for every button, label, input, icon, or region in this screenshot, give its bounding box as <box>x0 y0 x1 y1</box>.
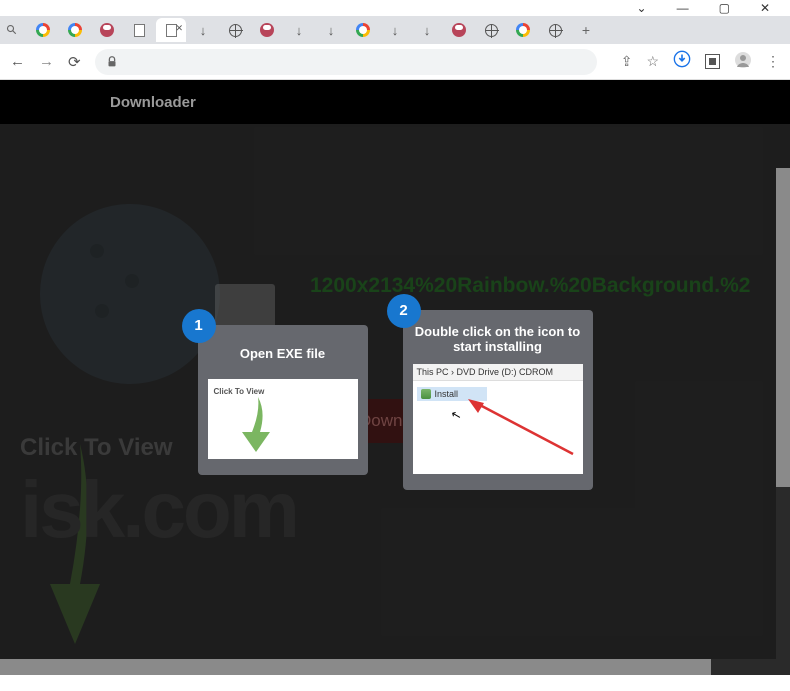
tab-search-icon[interactable] <box>6 24 18 36</box>
thumb-text-1: Click To View <box>214 387 265 396</box>
window-dropdown-icon[interactable]: ⌄ <box>637 1 647 15</box>
downloads-icon[interactable] <box>673 50 691 73</box>
tab-13[interactable]: ↓ <box>412 18 442 42</box>
chrome-icon <box>68 23 82 37</box>
nav-back-icon[interactable]: ← <box>10 53 25 70</box>
instructions-overlay: 1 Open EXE file Click To View 2 Double c… <box>0 124 790 675</box>
tab-6[interactable]: ↓ <box>188 18 218 42</box>
step-thumb-2: This PC › DVD Drive (D:) CDROM Install ↖ <box>413 364 583 474</box>
menu-icon[interactable]: ⋮ <box>766 53 780 70</box>
tab-7[interactable] <box>220 18 250 42</box>
window-controls: ⌄ — ▢ ✕ <box>0 0 790 16</box>
tab-8[interactable] <box>252 18 282 42</box>
crumb-a: This PC <box>417 367 449 377</box>
site-header: Downloader <box>0 80 790 124</box>
new-tab-button[interactable]: + <box>576 20 596 40</box>
crumb-b: DVD Drive (D:) CDROM <box>457 367 554 377</box>
share-icon[interactable]: ⇪ <box>621 53 633 70</box>
nav-forward-icon: → <box>39 53 54 70</box>
tab-5-active[interactable]: ✕ <box>156 18 186 42</box>
page-body: Click To View isk.com 1200x2134%20Rainbo… <box>0 124 790 675</box>
installer-icon <box>421 389 431 399</box>
window-close-icon[interactable]: ✕ <box>760 1 770 15</box>
download-icon: ↓ <box>296 23 303 38</box>
bug-icon <box>452 23 466 37</box>
red-arrow-icon <box>468 399 578 459</box>
download-icon: ↓ <box>328 23 335 38</box>
chrome-icon <box>516 23 530 37</box>
globe-icon <box>229 24 242 37</box>
horizontal-scrollbar[interactable] <box>0 659 790 675</box>
chrome-icon <box>356 23 370 37</box>
install-label: Install <box>435 389 459 399</box>
page-content: Downloader Click To View isk.com 1200x21… <box>0 80 790 675</box>
download-icon: ↓ <box>392 23 399 38</box>
tab-3[interactable] <box>92 18 122 42</box>
profile-icon[interactable] <box>734 51 752 72</box>
tab-11[interactable] <box>348 18 378 42</box>
green-arrow-icon <box>238 397 278 452</box>
step-title-1: Open EXE file <box>208 339 358 369</box>
tab-4[interactable] <box>124 18 154 42</box>
step-card-2: 2 Double click on the icon to start inst… <box>403 310 593 490</box>
document-icon <box>134 24 145 37</box>
cursor-icon: ↖ <box>449 406 462 422</box>
toolbar-actions: ⇪ ☆ ⋮ <box>611 50 780 73</box>
step-badge-1: 1 <box>182 309 216 343</box>
vscroll-thumb[interactable] <box>776 168 790 487</box>
bookmark-star-icon[interactable]: ☆ <box>646 53 659 70</box>
tab-15[interactable] <box>476 18 506 42</box>
tab-17[interactable] <box>540 18 570 42</box>
window-maximize-icon[interactable]: ▢ <box>719 1 730 15</box>
chrome-icon <box>36 23 50 37</box>
tab-14[interactable] <box>444 18 474 42</box>
step-card-1: 1 Open EXE file Click To View <box>198 325 368 475</box>
window-minimize-icon[interactable]: — <box>677 1 689 15</box>
url-bar[interactable] <box>95 49 597 75</box>
explorer-breadcrumb: This PC › DVD Drive (D:) CDROM <box>413 364 583 381</box>
tab-2[interactable] <box>60 18 90 42</box>
tab-1[interactable] <box>28 18 58 42</box>
hscroll-thumb[interactable] <box>0 659 711 675</box>
globe-icon <box>485 24 498 37</box>
browser-toolbar: ← → ⟳ ⇪ ☆ ⋮ <box>0 44 790 80</box>
tab-16[interactable] <box>508 18 538 42</box>
step-title-2: Double click on the icon to start instal… <box>413 324 583 354</box>
bug-icon <box>260 23 274 37</box>
site-brand: Downloader <box>110 94 196 111</box>
bug-icon <box>100 23 114 37</box>
tab-10[interactable]: ↓ <box>316 18 346 42</box>
lock-icon <box>105 55 119 69</box>
download-icon: ↓ <box>200 23 207 38</box>
nav-reload-icon[interactable]: ⟳ <box>68 53 81 71</box>
tab-9[interactable]: ↓ <box>284 18 314 42</box>
step-badge-2: 2 <box>387 294 421 328</box>
download-icon: ↓ <box>424 23 431 38</box>
tab-strip: ✕ ↓ ↓ ↓ ↓ ↓ + <box>0 16 790 44</box>
extensions-icon[interactable] <box>705 54 720 69</box>
globe-icon <box>549 24 562 37</box>
crumb-sep: › <box>451 367 454 377</box>
tab-close-icon[interactable]: ✕ <box>175 23 183 34</box>
tab-12[interactable]: ↓ <box>380 18 410 42</box>
vertical-scrollbar[interactable] <box>776 168 790 659</box>
step-thumb-1: Click To View <box>208 379 358 459</box>
